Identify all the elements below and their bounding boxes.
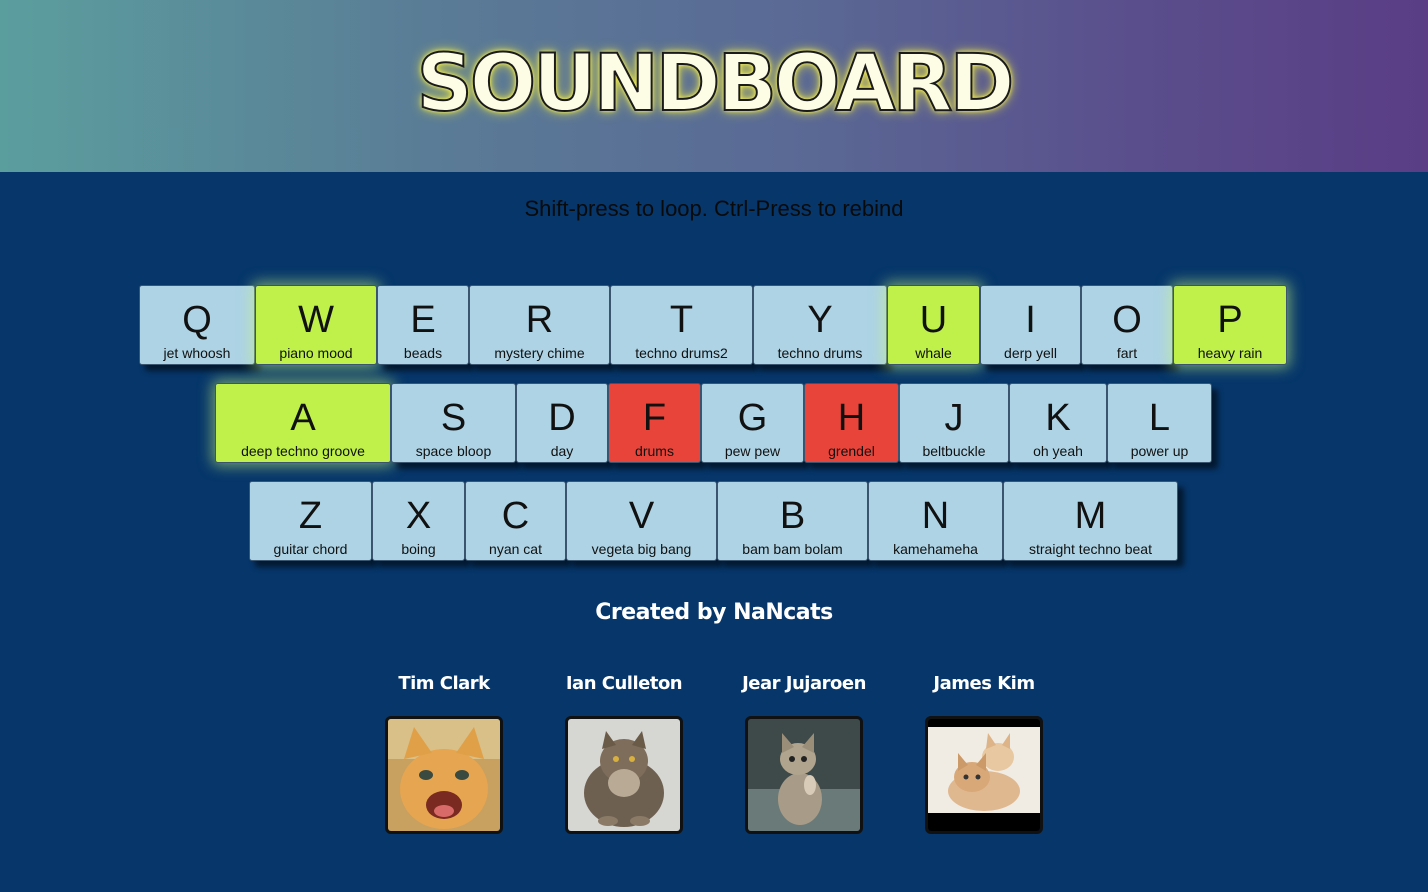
key-sound-label: day [550, 443, 574, 459]
key-sound-label: space bloop [415, 443, 492, 459]
key-r[interactable]: Rmystery chime [469, 285, 610, 365]
key-m[interactable]: Mstraight techno beat [1003, 481, 1178, 561]
key-letter: I [1025, 299, 1036, 341]
key-j[interactable]: Jbeltbuckle [899, 383, 1009, 463]
key-letter: N [921, 495, 950, 537]
key-letter: V [628, 495, 655, 537]
key-sound-label: whale [915, 345, 952, 361]
credits-heading: Created by NaNcats [595, 600, 833, 625]
key-d[interactable]: Dday [516, 383, 608, 463]
key-sound-label: piano mood [279, 345, 353, 361]
member-name: James Kim [933, 673, 1035, 694]
team-member-ian-culleton: Ian Culleton [534, 672, 714, 834]
key-letter: T [669, 299, 694, 341]
key-letter: Q [182, 299, 212, 341]
key-letter: M [1074, 495, 1107, 537]
key-y[interactable]: Ytechno drums [753, 285, 887, 365]
header-banner: SOUNDBOARD [0, 0, 1428, 172]
team-member-james-kim: James Kim [894, 672, 1074, 834]
key-sound-label: kamehameha [893, 541, 978, 557]
key-a[interactable]: Adeep techno groove [215, 383, 391, 463]
key-sound-label: grendel [828, 443, 875, 459]
key-l[interactable]: Lpower up [1107, 383, 1212, 463]
key-letter: G [737, 397, 768, 439]
key-letter: F [642, 397, 667, 439]
key-b[interactable]: Bbam bam bolam [717, 481, 868, 561]
key-letter: S [440, 397, 467, 439]
key-letter: H [837, 397, 866, 439]
key-h[interactable]: Hgrendel [804, 383, 899, 463]
key-s[interactable]: Sspace bloop [391, 383, 516, 463]
key-sound-label: mystery chime [494, 345, 585, 361]
key-sound-label: vegeta big bang [591, 541, 692, 557]
key-sound-label: guitar chord [273, 541, 348, 557]
key-q[interactable]: Qjet whoosh [139, 285, 255, 365]
key-o[interactable]: Ofart [1081, 285, 1173, 365]
key-letter: X [405, 495, 432, 537]
key-v[interactable]: Vvegeta big bang [566, 481, 717, 561]
key-g[interactable]: Gpew pew [701, 383, 804, 463]
key-sound-label: pew pew [724, 443, 781, 459]
key-sound-label: fart [1116, 345, 1138, 361]
page-title: SOUNDBOARD [416, 38, 1016, 130]
key-letter: U [919, 299, 948, 341]
key-sound-label: straight techno beat [1029, 541, 1152, 557]
key-sound-label: bam bam bolam [742, 541, 843, 557]
member-name: Jear Jujaroen [742, 673, 866, 694]
key-n[interactable]: Nkamehameha [868, 481, 1003, 561]
team-member-jear-jujaroen: Jear Jujaroen [714, 672, 894, 834]
key-letter: D [548, 397, 576, 439]
fluffy-grey-cat-photo [565, 716, 683, 834]
team-member-tim-clark: Tim Clark [354, 672, 534, 834]
key-letter: O [1112, 299, 1142, 341]
key-e[interactable]: Ebeads [377, 285, 469, 365]
two-kittens-photo [925, 716, 1043, 834]
key-k[interactable]: Koh yeah [1009, 383, 1107, 463]
key-f[interactable]: Fdrums [608, 383, 701, 463]
orange-kitten-photo [385, 716, 503, 834]
key-letter: P [1217, 299, 1243, 341]
key-w[interactable]: Wpiano mood [255, 285, 377, 365]
key-sound-label: heavy rain [1197, 345, 1263, 361]
key-sound-label: oh yeah [1033, 443, 1083, 459]
key-letter: L [1148, 397, 1171, 439]
member-name: Tim Clark [398, 673, 490, 694]
key-sound-label: beads [403, 345, 443, 361]
key-sound-label: power up [1130, 443, 1189, 459]
key-sound-label: jet whoosh [163, 345, 231, 361]
key-t[interactable]: Ttechno drums2 [610, 285, 753, 365]
instructions-text: Shift-press to loop. Ctrl-Press to rebin… [524, 196, 904, 221]
key-letter: J [944, 397, 964, 439]
key-sound-label: deep techno groove [241, 443, 365, 459]
key-i[interactable]: Iderp yell [980, 285, 1081, 365]
key-sound-label: nyan cat [489, 541, 542, 557]
key-z[interactable]: Zguitar chord [249, 481, 372, 561]
key-letter: W [298, 299, 334, 341]
key-u[interactable]: Uwhale [887, 285, 980, 365]
tabby-kitten-photo [745, 716, 863, 834]
key-sound-label: derp yell [1004, 345, 1057, 361]
key-letter: Y [807, 299, 833, 341]
member-name: Ian Culleton [565, 673, 683, 694]
key-x[interactable]: Xboing [372, 481, 465, 561]
key-sound-label: beltbuckle [922, 443, 986, 459]
key-sound-label: drums [635, 443, 674, 459]
key-letter: Z [298, 495, 323, 537]
key-sound-label: techno drums2 [635, 345, 728, 361]
key-letter: A [290, 397, 316, 439]
key-c[interactable]: Cnyan cat [465, 481, 566, 561]
key-letter: E [410, 299, 436, 341]
key-sound-label: techno drums [777, 345, 863, 361]
key-sound-label: boing [401, 541, 436, 557]
key-letter: C [501, 495, 530, 537]
key-letter: K [1045, 397, 1071, 439]
key-p[interactable]: Pheavy rain [1173, 285, 1287, 365]
key-letter: R [525, 299, 554, 341]
key-letter: B [779, 495, 806, 537]
